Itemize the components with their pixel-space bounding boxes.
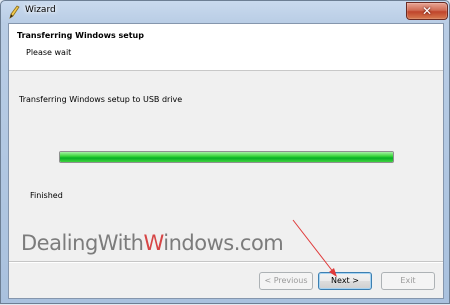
exit-button[interactable]: Exit xyxy=(381,272,435,290)
footer-separator xyxy=(9,261,443,263)
progress-fill xyxy=(60,152,393,162)
wizard-window: Wizard ✕ Transferring Windows setup Plea… xyxy=(0,0,450,304)
title-bar[interactable]: Wizard ✕ xyxy=(1,1,449,23)
page-subtitle: Please wait xyxy=(26,48,72,57)
wizard-client-area: Transferring Windows setup Please wait T… xyxy=(8,23,444,299)
close-icon: ✕ xyxy=(421,4,433,18)
page-title: Transferring Windows setup xyxy=(17,31,144,40)
watermark-accent: W xyxy=(143,231,164,255)
watermark-logo: DealingWithWindows.com xyxy=(21,231,284,255)
watermark-part-3: indows.com xyxy=(163,231,284,255)
pencil-icon xyxy=(9,5,20,19)
finished-label: Finished xyxy=(30,191,63,200)
close-button[interactable]: ✕ xyxy=(406,2,448,20)
previous-button[interactable]: < Previous xyxy=(259,272,313,290)
watermark-part-2: With xyxy=(97,231,144,255)
watermark-part-1: Dealing xyxy=(21,231,98,255)
progress-bar xyxy=(59,151,394,163)
window-title: Wizard xyxy=(25,5,56,15)
next-button[interactable]: Next > xyxy=(318,272,372,290)
status-text: Transferring Windows setup to USB drive xyxy=(19,95,183,104)
wizard-header: Transferring Windows setup Please wait xyxy=(9,24,443,71)
